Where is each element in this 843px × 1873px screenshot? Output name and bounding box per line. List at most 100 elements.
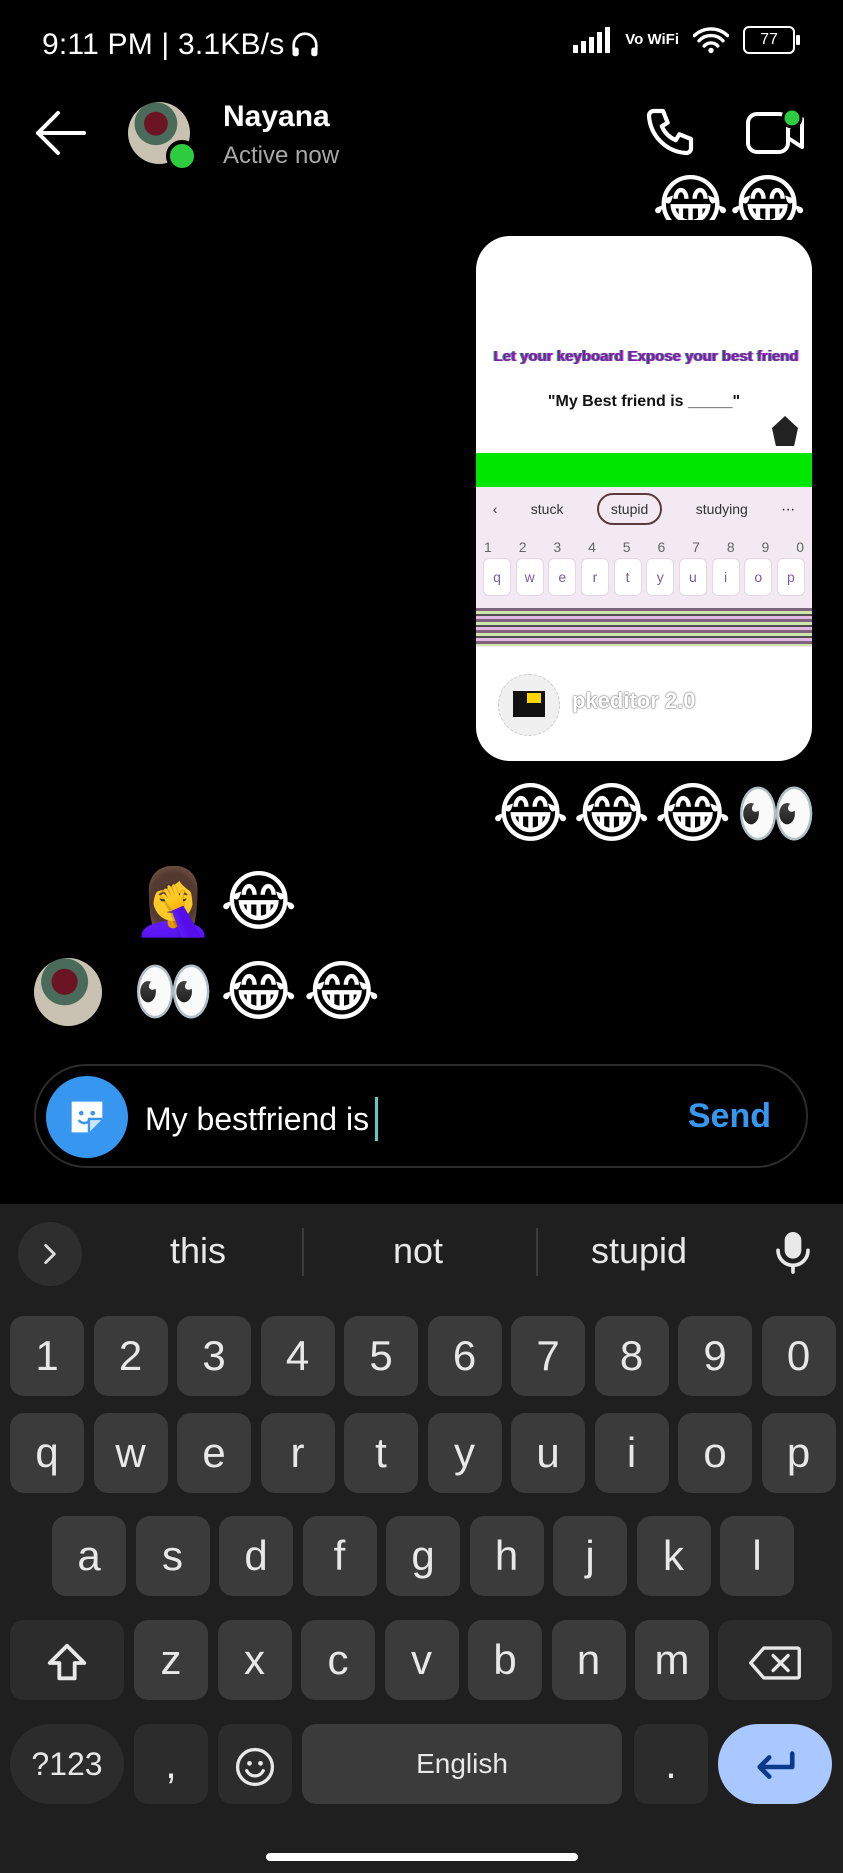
suggestion-item[interactable]: not [328,1230,508,1272]
key-s[interactable]: s [135,1516,210,1596]
wifi-icon [693,27,729,54]
key-8[interactable]: 8 [594,1316,669,1396]
key-n[interactable]: n [551,1620,626,1700]
enter-key[interactable] [718,1724,832,1804]
story-number-key: 6 [657,539,666,555]
key-m[interactable]: m [635,1620,709,1700]
key-0[interactable]: 0 [761,1316,836,1396]
story-number-key: 2 [518,539,527,555]
story-letter-key: t [614,559,641,595]
key-h[interactable]: h [469,1516,544,1596]
backspace-key[interactable] [718,1620,832,1700]
key-1[interactable]: 1 [10,1316,84,1396]
status-time-speed: 9:11 PM | 3.1KB/s [42,28,320,62]
sent-emoji-message[interactable]: 😂😂😂👀 [492,780,822,846]
key-v[interactable]: v [384,1620,459,1700]
battery-indicator: 77 [743,26,800,54]
shared-story-card[interactable]: Let your keyboard Expose your best frien… [476,236,812,761]
key-y[interactable]: y [427,1413,502,1493]
key-6[interactable]: 6 [427,1316,502,1396]
back-arrow-icon [36,111,86,155]
chevron-right-icon [44,1243,56,1265]
key-o[interactable]: o [678,1413,752,1493]
video-call-button[interactable] [744,104,808,165]
story-letter-key: w [516,559,543,595]
backspace-icon [749,1646,801,1680]
key-5[interactable]: 5 [344,1316,418,1396]
suggestion-item[interactable]: this [108,1230,288,1272]
contact-status: Active now [223,142,340,169]
story-letter-key: y [647,559,674,595]
emoji-key[interactable] [218,1724,292,1804]
key-l[interactable]: l [720,1516,794,1596]
key-c[interactable]: c [301,1620,375,1700]
emoji-icon [235,1747,275,1786]
key-2[interactable]: 2 [93,1316,168,1396]
message-input[interactable]: My bestfriend is [145,1097,379,1141]
comma-key[interactable]: , [134,1724,208,1804]
shift-key[interactable] [10,1620,124,1700]
key-i[interactable]: i [594,1413,669,1493]
received-emoji-message[interactable]: 🤦‍♀️😂 [132,868,303,934]
key-7[interactable]: 7 [511,1316,585,1396]
send-button[interactable]: Send [688,1097,771,1136]
key-e[interactable]: e [177,1413,251,1493]
key-t[interactable]: t [344,1413,418,1493]
key-x[interactable]: x [217,1620,292,1700]
partial-emoji-message: 😂😂 [652,172,807,220]
phone-icon [646,108,694,156]
story-letter-key: u [679,559,706,595]
back-button[interactable] [32,108,88,163]
key-9[interactable]: 9 [678,1316,752,1396]
story-letter-key: i [712,559,739,595]
keyboard: this not stupid 1234567890 qwertyuiop asdf… [0,1204,843,1873]
key-g[interactable]: g [386,1516,460,1596]
key-a[interactable]: a [52,1516,126,1596]
vowifi-label: Vo WiFi [625,31,679,48]
enter-icon [757,1751,795,1779]
story-quote: "My Best friend is _____" [547,393,741,410]
pkeditor-logo [498,674,560,736]
story-number-key: 4 [588,539,596,555]
key-b[interactable]: b [468,1620,542,1700]
story-letter-key: e [549,559,576,595]
voice-call-button[interactable] [642,104,698,165]
voice-input-button[interactable] [773,1228,813,1281]
key-z[interactable]: z [134,1620,208,1700]
status-icons: Vo WiFi 77 [573,26,800,54]
contact-name[interactable]: Nayana [223,100,330,134]
suggestion-item[interactable]: stupid [549,1230,729,1272]
key-3[interactable]: 3 [177,1316,251,1396]
online-indicator [166,140,198,172]
key-j[interactable]: j [553,1516,627,1596]
key-r[interactable]: r [260,1413,335,1493]
story-footer-text: pkeditor 2.0 [572,688,696,713]
logo-icon [772,416,798,446]
space-key[interactable]: English [302,1724,622,1804]
headphones-icon [292,32,319,57]
key-d[interactable]: d [219,1516,293,1596]
key-w[interactable]: w [93,1413,168,1493]
home-indicator[interactable] [266,1853,578,1861]
key-p[interactable]: p [761,1413,836,1493]
key-u[interactable]: u [511,1413,585,1493]
story-number-row: 1 2 3 4 5 6 7 8 9 0 [484,539,804,555]
sender-avatar[interactable] [34,958,102,1026]
period-key[interactable]: . [634,1724,708,1804]
signal-icon [573,27,611,53]
sticker-button[interactable] [46,1076,128,1158]
received-emoji-message[interactable]: 👀😂😂 [132,958,386,1024]
key-q[interactable]: q [10,1413,84,1493]
story-number-key: 0 [796,539,804,555]
story-headline: Let your keyboard Expose your best frien… [493,348,799,365]
story-number-key: 8 [726,539,735,555]
story-suggestion: studying [695,501,748,517]
story-letter-key: o [745,559,772,595]
symbols-key[interactable]: ?123 [10,1724,124,1804]
key-f[interactable]: f [302,1516,377,1596]
key-4[interactable]: 4 [260,1316,335,1396]
key-k[interactable]: k [636,1516,711,1596]
more-dots-icon: ⋯ [781,501,796,517]
story-letter-key: p [777,559,804,595]
expand-toolbar-button[interactable] [18,1222,82,1286]
